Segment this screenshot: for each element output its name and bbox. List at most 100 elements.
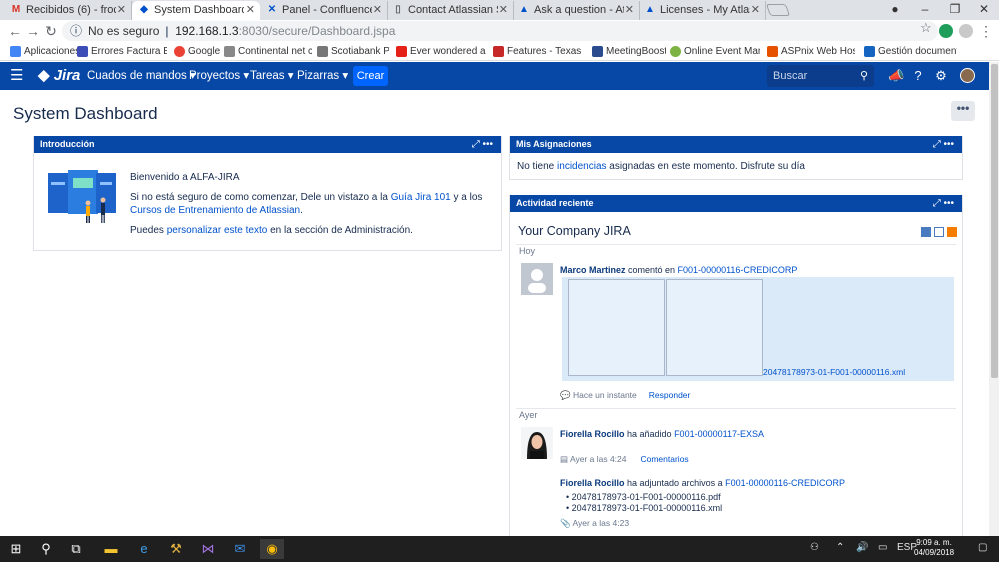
user-link[interactable]: Marco Martinez xyxy=(560,265,626,275)
reply-link[interactable]: Responder xyxy=(649,390,691,400)
display-icon[interactable]: ▭ xyxy=(878,541,887,555)
scrollbar-thumb[interactable] xyxy=(991,64,998,378)
bookmark-item[interactable]: Continental net cash xyxy=(222,45,312,59)
bookmark-item[interactable]: Scotiabank Perú xyxy=(315,45,389,59)
extension-icon[interactable] xyxy=(959,24,973,38)
user-link[interactable]: Fiorella Rocillo xyxy=(560,429,625,439)
chrome-menu-icon[interactable]: ⋮ xyxy=(977,22,995,40)
bookmark-item[interactable]: MeetingBooster xyxy=(590,45,666,59)
user-avatar[interactable] xyxy=(521,427,553,459)
extension-icon[interactable] xyxy=(939,24,953,38)
tab-title: System Dashboard - ALF xyxy=(154,4,244,16)
tab-contact-support[interactable]: ▯ Contact Atlassian Suppo✕ xyxy=(386,1,514,20)
maximize-button[interactable]: ❐ xyxy=(940,0,970,20)
issue-link[interactable]: F001-00000116-CREDICORP xyxy=(678,265,798,275)
issues-link[interactable]: incidencias xyxy=(557,161,606,172)
list-view-icon[interactable] xyxy=(934,227,944,237)
bookmark-label: Google xyxy=(188,46,220,57)
jira-101-link[interactable]: Guía Jira 101 xyxy=(391,192,451,203)
user-link[interactable]: Fiorella Rocillo xyxy=(560,478,625,488)
bookmark-item[interactable]: Errores Factura Electr xyxy=(75,45,167,59)
attachment-link[interactable]: 20478178973-01-F001-00000116.xml xyxy=(763,367,905,377)
broken-image-icon[interactable] xyxy=(666,279,763,376)
address-bar[interactable]: ⓘ No es seguro | 192.168.1.3:8030/secure/D… xyxy=(62,21,938,41)
menu-issues[interactable]: Tareas ▾ xyxy=(250,68,293,84)
tab-licenses[interactable]: ▲ Licenses - My Atlassian✕ xyxy=(638,1,766,20)
tab-jira[interactable]: ◆ System Dashboard - ALF✕ xyxy=(132,1,260,20)
default-avatar-icon[interactable] xyxy=(521,263,553,295)
edge-icon[interactable]: e xyxy=(132,539,156,559)
close-icon[interactable]: ✕ xyxy=(751,1,760,20)
youtube-icon xyxy=(396,46,407,57)
tab-ask-question[interactable]: ▲ Ask a question - Atlassia✕ xyxy=(512,1,640,20)
filter-icon[interactable] xyxy=(921,227,931,237)
volume-icon[interactable]: 🔊 xyxy=(856,541,868,555)
help-icon[interactable]: ? xyxy=(910,67,926,85)
close-icon[interactable]: ✕ xyxy=(373,1,382,20)
visual-studio-icon[interactable]: ⋈ xyxy=(196,539,220,559)
forward-icon[interactable]: → xyxy=(24,22,42,40)
minimize-button[interactable]: – xyxy=(910,0,940,20)
gadget-tools[interactable]: ⤢ ••• xyxy=(472,136,493,153)
attachment-link[interactable]: • 20478178973-01-F001-00000116.xml xyxy=(566,503,722,513)
close-icon[interactable]: ✕ xyxy=(246,1,255,20)
new-tab-button[interactable] xyxy=(765,4,791,16)
profile-icon[interactable]: ● xyxy=(880,0,910,20)
avatar[interactable] xyxy=(960,68,975,83)
search-input[interactable]: Buscar ⚲ xyxy=(767,65,874,87)
bookmark-item[interactable]: ASPnix Web Hosting xyxy=(765,45,855,59)
menu-icon[interactable]: ☰ xyxy=(10,67,23,85)
intro-paragraph: Si no está seguro de como comenzar, Dele… xyxy=(130,191,485,217)
issue-link[interactable]: F001-00000116-CREDICORP xyxy=(725,478,845,488)
gadget-tools[interactable]: ⤢ ••• xyxy=(933,136,954,153)
notifications-icon[interactable]: ▢ xyxy=(978,541,987,555)
tools-icon[interactable]: ⚒ xyxy=(164,539,188,559)
attachment-link[interactable]: • 20478178973-01-F001-00000116.pdf xyxy=(566,492,721,502)
bookmark-item[interactable]: Google xyxy=(172,45,220,59)
broken-image-icon[interactable] xyxy=(568,279,665,376)
chevron-up-icon[interactable]: ⌃ xyxy=(836,541,844,555)
megaphone-icon[interactable]: 📣 xyxy=(888,67,904,85)
menu-projects[interactable]: Proyectos ▾ xyxy=(189,68,249,84)
activity-stream-title: Your Company JIRA xyxy=(518,224,631,238)
jira-logo[interactable]: ◆ Jira xyxy=(38,67,80,85)
bookmark-item[interactable]: Features - Texas Bank xyxy=(491,45,583,59)
tab-confluence[interactable]: ✕ Panel - Confluence ✕ xyxy=(260,1,388,20)
close-icon[interactable]: ✕ xyxy=(499,1,508,20)
tab-gmail[interactable]: M Recibidos (6) - frocillo@a✕ xyxy=(4,1,132,20)
customize-text-link[interactable]: personalizar este texto xyxy=(167,225,268,236)
close-icon[interactable]: ✕ xyxy=(117,1,126,20)
activity-entry: Fiorella Rocillo ha adjuntado archivos a… xyxy=(560,478,845,488)
search-icon[interactable]: ⚲ xyxy=(34,539,58,559)
bookmark-item[interactable]: Ever wondered about xyxy=(394,45,486,59)
bookmark-item[interactable]: Aplicaciones xyxy=(8,45,80,59)
issue-link[interactable]: F001-00000117-EXSA xyxy=(674,429,764,439)
gadget-tools[interactable]: ⤢ ••• xyxy=(933,195,954,212)
back-icon[interactable]: ← xyxy=(6,22,24,40)
bookmark-icon xyxy=(670,46,681,57)
info-icon[interactable]: ⓘ xyxy=(70,24,82,38)
outlook-icon[interactable]: ✉ xyxy=(228,539,252,559)
menu-dashboards[interactable]: Cuados de mandos ▾ xyxy=(87,68,196,84)
file-explorer-icon[interactable]: ▬ xyxy=(99,539,123,559)
close-window-button[interactable]: ✕ xyxy=(969,0,999,20)
bookmark-item[interactable]: Gestión documental xyxy=(862,45,957,59)
atlassian-icon: ▲ xyxy=(645,4,655,15)
chrome-icon[interactable]: ◉ xyxy=(260,539,284,559)
windows-start-icon[interactable]: ⊞ xyxy=(4,539,28,559)
comments-link[interactable]: Comentarios xyxy=(640,454,688,464)
people-icon[interactable]: ⚇ xyxy=(810,541,819,555)
more-options-button[interactable]: ••• xyxy=(951,101,975,121)
bookmark-item[interactable]: Online Event Manage xyxy=(668,45,760,59)
reload-icon[interactable]: ↻ xyxy=(42,22,60,40)
menu-boards[interactable]: Pizarras ▾ xyxy=(297,68,348,84)
system-clock[interactable]: 9:09 a. m. 04/09/2018 xyxy=(914,538,954,558)
close-icon[interactable]: ✕ xyxy=(625,1,634,20)
create-button[interactable]: Crear xyxy=(353,66,388,86)
gear-icon[interactable]: ⚙ xyxy=(933,67,949,85)
task-view-icon[interactable]: ⧉ xyxy=(64,539,88,559)
bookmark-star-icon[interactable]: ☆ xyxy=(920,20,932,36)
rss-icon[interactable] xyxy=(947,227,957,237)
training-courses-link[interactable]: Cursos de Entrenamiento de Atlassian xyxy=(130,205,300,216)
paperclip-icon: 📎 xyxy=(560,518,571,528)
